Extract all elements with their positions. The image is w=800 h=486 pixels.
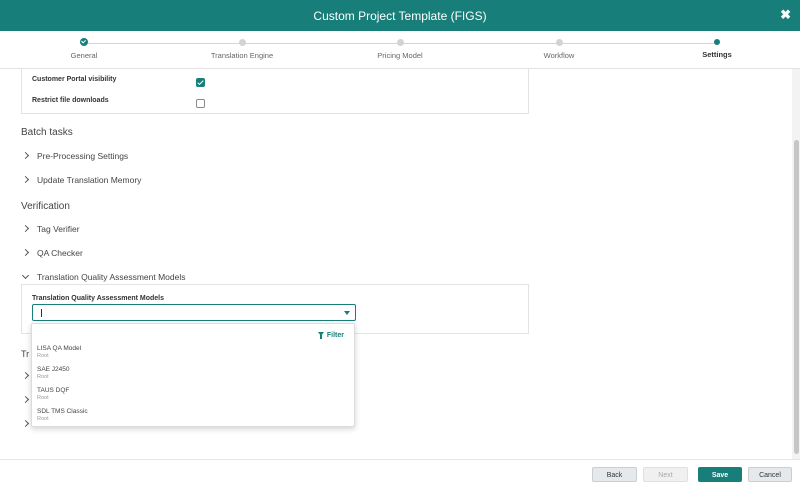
restrict-downloads-checkbox[interactable] <box>196 99 205 108</box>
chevron-right-icon <box>21 419 30 428</box>
option-name: TAUS DQF <box>37 387 70 394</box>
step-dot-active <box>714 39 720 45</box>
close-icon[interactable]: ✖ <box>780 8 791 22</box>
option-lisa-qa-model[interactable]: LISA QA Model Root <box>37 345 337 359</box>
save-button[interactable]: Save <box>698 467 742 482</box>
expander-label: Translation Quality Assessment Models <box>37 272 186 282</box>
expander-label: Update Translation Memory <box>37 175 142 185</box>
step-dot <box>555 39 563 46</box>
text-cursor <box>41 309 42 317</box>
option-name: LISA QA Model <box>37 345 82 352</box>
expander-pre-processing[interactable]: Pre-Processing Settings <box>21 151 129 161</box>
chevron-right-icon <box>21 371 30 380</box>
option-name: SDL TMS Classic <box>37 408 88 415</box>
tqa-field-label: Translation Quality Assessment Models <box>32 295 165 302</box>
cancel-button[interactable]: Cancel <box>748 467 792 482</box>
expander-tag-verifier[interactable]: Tag Verifier <box>21 224 80 234</box>
hidden-section-heading: Tr <box>21 349 30 359</box>
step-settings[interactable]: Settings <box>657 37 777 59</box>
chevron-right-icon <box>21 175 30 184</box>
chevron-right-icon <box>21 151 30 160</box>
tqa-select-input[interactable] <box>32 304 356 321</box>
option-sdl-tms-classic[interactable]: SDL TMS Classic Root <box>37 408 337 422</box>
step-label: General <box>70 51 98 60</box>
expander-qa-checker[interactable]: QA Checker <box>21 248 83 258</box>
step-label: Settings <box>702 50 732 59</box>
chevron-right-icon <box>21 248 30 257</box>
back-button[interactable]: Back <box>592 467 637 482</box>
next-button: Next <box>643 467 688 482</box>
option-sub: Root <box>37 395 49 401</box>
step-workflow[interactable]: Workflow <box>499 37 619 60</box>
step-label: Workflow <box>543 51 575 60</box>
check-icon <box>80 38 88 46</box>
expander-label: Pre-Processing Settings <box>37 151 129 161</box>
step-label: Pricing Model <box>377 51 423 60</box>
option-name: SAE J2450 <box>37 366 70 373</box>
step-dot <box>396 39 404 46</box>
step-dot <box>238 39 246 46</box>
expander-label: QA Checker <box>37 248 83 258</box>
chevron-down-icon[interactable] <box>344 311 350 315</box>
batch-tasks-heading: Batch tasks <box>21 127 73 138</box>
filter-label: Filter <box>326 332 344 339</box>
step-label: Translation Engine <box>210 51 274 60</box>
option-sae-j2450[interactable]: SAE J2450 Root <box>37 366 337 380</box>
option-sub: Root <box>37 374 49 380</box>
chevron-down-icon <box>21 271 30 280</box>
customer-portal-checkbox[interactable] <box>196 78 205 87</box>
dialog-title: Custom Project Template (FIGS) <box>313 9 487 23</box>
step-general[interactable]: General <box>24 37 144 60</box>
portal-settings-box: Customer Portal visibility Restrict file… <box>21 69 529 114</box>
option-sub: Root <box>37 353 49 359</box>
step-pricing-model[interactable]: Pricing Model <box>340 37 460 60</box>
option-taus-dqf[interactable]: TAUS DQF Root <box>37 387 337 401</box>
dialog-footer: Back Next Save Cancel <box>0 459 800 486</box>
wizard-stepper: General Translation Engine Pricing Model… <box>0 31 800 69</box>
option-sub: Root <box>37 416 49 422</box>
customer-portal-label: Customer Portal visibility <box>32 76 117 83</box>
verification-heading: Verification <box>21 201 70 212</box>
step-translation-engine[interactable]: Translation Engine <box>182 37 302 60</box>
expander-update-tm[interactable]: Update Translation Memory <box>21 175 142 185</box>
expander-tqa-models[interactable]: Translation Quality Assessment Models <box>21 271 186 282</box>
chevron-right-icon <box>21 395 30 404</box>
restrict-downloads-label: Restrict file downloads <box>32 97 109 104</box>
filter-button[interactable]: Filter <box>317 332 344 339</box>
tqa-dropdown-menu: Filter LISA QA Model Root SAE J2450 Root… <box>31 323 355 427</box>
chevron-right-icon <box>21 224 30 233</box>
filter-icon <box>317 332 324 339</box>
scrollbar-thumb[interactable] <box>794 140 799 454</box>
dialog-header: Custom Project Template (FIGS) ✖ <box>0 0 800 31</box>
expander-label: Tag Verifier <box>37 224 80 234</box>
